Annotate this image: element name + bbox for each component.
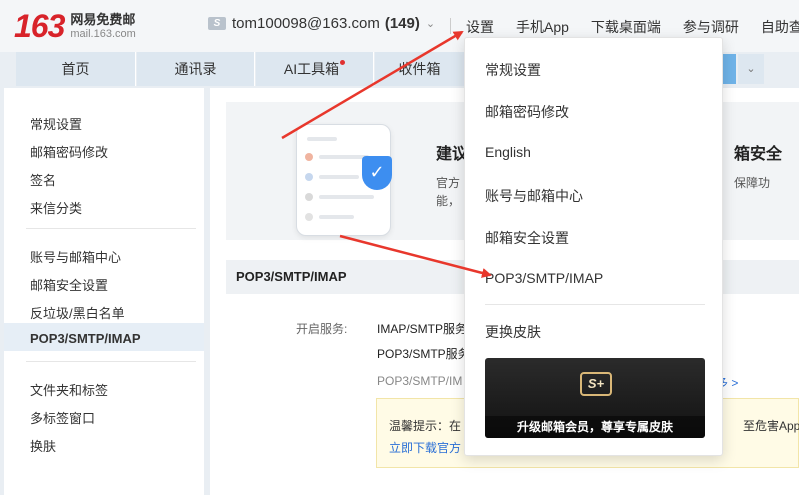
account-icon: S bbox=[208, 17, 226, 30]
tab-contacts[interactable]: 通讯录 bbox=[137, 52, 255, 86]
nav-settings[interactable]: 设置 bbox=[466, 17, 494, 37]
phone-dot bbox=[305, 193, 313, 201]
tab-label: 通讯录 bbox=[174, 61, 217, 77]
logo-text: 网易免费邮 mail.163.com bbox=[70, 12, 135, 41]
dropdown-item-account-center[interactable]: 账号与邮箱中心 bbox=[485, 186, 583, 206]
phone-line bbox=[319, 175, 359, 179]
account-menu[interactable]: S tom100098@163.com (149) ⌄ bbox=[208, 15, 435, 32]
tab-ai-toolbox[interactable]: AI工具箱 bbox=[256, 52, 374, 86]
tab-label: AI工具箱 bbox=[283, 61, 340, 77]
nav-desktop-download[interactable]: 下载桌面端 bbox=[591, 17, 661, 37]
sidebar-item-skin[interactable]: 换肤 bbox=[30, 436, 56, 455]
sidebar-item-mail-filter[interactable]: 来信分类 bbox=[30, 198, 82, 217]
sidebar-item-multitab[interactable]: 多标签窗口 bbox=[30, 408, 95, 427]
service-more-text: POP3/SMTP/IM bbox=[377, 374, 463, 388]
tab-home[interactable]: 首页 bbox=[16, 52, 136, 86]
sidebar-item-password[interactable]: 邮箱密码修改 bbox=[30, 142, 108, 161]
tip-text: 温馨提示：在 bbox=[389, 419, 462, 433]
sidebar-item-pop3[interactable]: POP3/SMTP/IMAP bbox=[30, 331, 141, 346]
chevron-down-icon: ⌄ bbox=[425, 18, 436, 30]
notification-dot-icon bbox=[340, 60, 346, 65]
dropdown-item-pop3[interactable]: POP3/SMTP/IMAP bbox=[485, 270, 603, 286]
sidebar-item-folders[interactable]: 文件夹和标签 bbox=[30, 380, 108, 399]
sidebar-divider bbox=[26, 361, 196, 362]
banner-subtitle-line: 官方 bbox=[436, 176, 461, 190]
tip-text-right: 至危害Apple bbox=[743, 419, 799, 433]
banner-subtitle: 官方 能， bbox=[436, 174, 460, 210]
banner-subtitle-right: 保障功 bbox=[734, 176, 771, 190]
download-official-link[interactable]: 立即下载官方 bbox=[389, 439, 461, 456]
sidebar-item-antispam[interactable]: 反垃圾/黑白名单 bbox=[30, 303, 125, 322]
logo-url: mail.163.com bbox=[70, 27, 136, 40]
service-label: 开启服务: bbox=[296, 322, 348, 336]
phone-dot bbox=[305, 153, 313, 161]
banner-subtitle-line: 能， bbox=[436, 194, 461, 208]
phone-dot bbox=[305, 173, 313, 181]
dropdown-item-security[interactable]: 邮箱安全设置 bbox=[485, 228, 569, 248]
chevron-down-icon[interactable]: ⌄ bbox=[738, 54, 764, 84]
nav-self-service[interactable]: 自助查 bbox=[761, 17, 799, 37]
logo-number: 163 bbox=[14, 8, 65, 44]
phone-dot bbox=[305, 213, 313, 221]
logo-cn: 网易免费邮 bbox=[70, 11, 136, 27]
sidebar-item-account-center[interactable]: 账号与邮箱中心 bbox=[30, 247, 121, 266]
nav-survey[interactable]: 参与调研 bbox=[683, 17, 739, 37]
sidebar-divider bbox=[26, 228, 196, 229]
sidebar-item-security[interactable]: 邮箱安全设置 bbox=[30, 275, 108, 294]
logo[interactable]: 163 网易免费邮 mail.163.com bbox=[14, 8, 136, 44]
tab-label: 收件箱 bbox=[398, 61, 441, 77]
service-imap: IMAP/SMTP服务 bbox=[377, 322, 468, 336]
phone-line bbox=[307, 137, 337, 141]
settings-dropdown: 常规设置 邮箱密码修改 English 账号与邮箱中心 邮箱安全设置 POP3/… bbox=[464, 37, 723, 456]
promo-text: 升级邮箱会员，尊享专属皮肤 bbox=[485, 416, 705, 438]
shield-check-icon: ✓ bbox=[362, 156, 392, 190]
phone-line bbox=[319, 215, 354, 219]
header-divider bbox=[450, 18, 451, 34]
dropdown-divider bbox=[485, 304, 705, 305]
service-pop3: POP3/SMTP服务 bbox=[377, 347, 470, 361]
svip-badge-icon: S+ bbox=[580, 372, 612, 396]
unread-count: (149) bbox=[384, 15, 420, 32]
sidebar-item-general[interactable]: 常规设置 bbox=[30, 114, 82, 133]
settings-sidebar: 常规设置 邮箱密码修改 签名 来信分类 账号与邮箱中心 邮箱安全设置 反垃圾/黑… bbox=[4, 88, 204, 495]
dropdown-item-general[interactable]: 常规设置 bbox=[485, 60, 541, 80]
nav-mobile-app[interactable]: 手机App bbox=[516, 17, 569, 37]
phone-line bbox=[319, 195, 374, 199]
sidebar-item-signature[interactable]: 签名 bbox=[30, 170, 56, 189]
dropdown-item-password[interactable]: 邮箱密码修改 bbox=[485, 102, 569, 122]
dropdown-item-english[interactable]: English bbox=[485, 144, 531, 160]
account-email: tom100098@163.com bbox=[232, 15, 380, 32]
tab-label: 首页 bbox=[61, 61, 90, 77]
top-nav: 设置 手机App 下载桌面端 参与调研 自助查 bbox=[466, 17, 799, 37]
dropdown-item-change-skin[interactable]: 更换皮肤 bbox=[485, 322, 541, 342]
vip-skin-promo[interactable]: S+ 升级邮箱会员，尊享专属皮肤 bbox=[485, 358, 705, 438]
banner-title-right: 箱安全 bbox=[734, 146, 783, 163]
tab-inbox[interactable]: 收件箱 bbox=[375, 52, 465, 86]
